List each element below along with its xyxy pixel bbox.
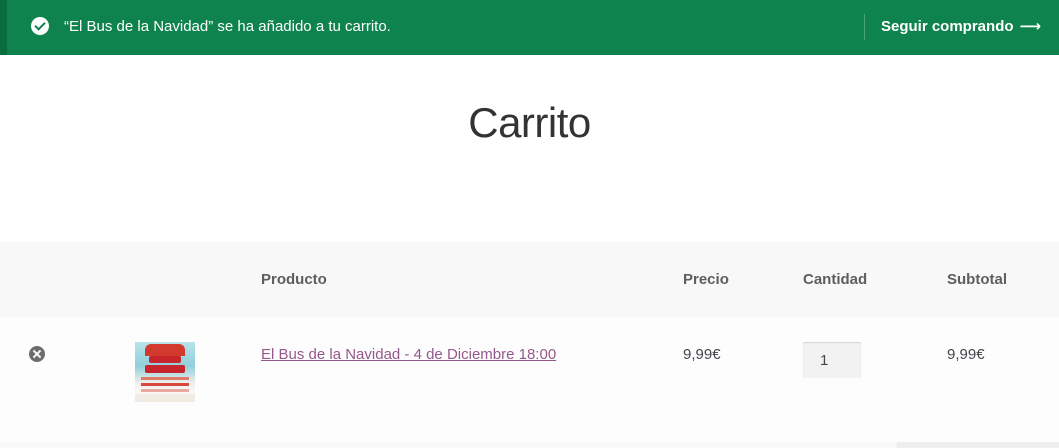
cart-table-header: Producto Precio Cantidad Subtotal bbox=[0, 242, 1059, 317]
quantity-input[interactable] bbox=[803, 342, 861, 378]
check-circle-icon bbox=[31, 17, 49, 35]
product-thumbnail[interactable] bbox=[135, 342, 195, 402]
table-row: El Bus de la Navidad - 4 de Diciembre 18… bbox=[0, 317, 1059, 442]
notice-divider bbox=[864, 14, 865, 40]
continue-shopping-link[interactable]: Seguir comprando ⟶ bbox=[881, 18, 1041, 36]
next-row-edge-right bbox=[897, 442, 1059, 448]
column-header-price: Precio bbox=[683, 271, 729, 288]
product-subtotal: 9,99€ bbox=[947, 346, 985, 363]
notice-message: “El Bus de la Navidad” se ha añadido a t… bbox=[64, 18, 391, 35]
column-header-quantity: Cantidad bbox=[803, 271, 868, 288]
column-header-product: Producto bbox=[261, 271, 327, 288]
arrow-right-icon: ⟶ bbox=[1019, 18, 1042, 35]
product-price: 9,99€ bbox=[683, 346, 721, 363]
product-name-link[interactable]: El Bus de la Navidad - 4 de Diciembre 18… bbox=[261, 346, 556, 364]
remove-item-icon[interactable] bbox=[29, 346, 45, 362]
page-title: Carrito bbox=[468, 99, 591, 146]
cart-added-notice: “El Bus de la Navidad” se ha añadido a t… bbox=[0, 0, 1059, 55]
column-header-subtotal: Subtotal bbox=[947, 271, 1007, 288]
continue-shopping-label: Seguir comprando bbox=[881, 18, 1014, 35]
